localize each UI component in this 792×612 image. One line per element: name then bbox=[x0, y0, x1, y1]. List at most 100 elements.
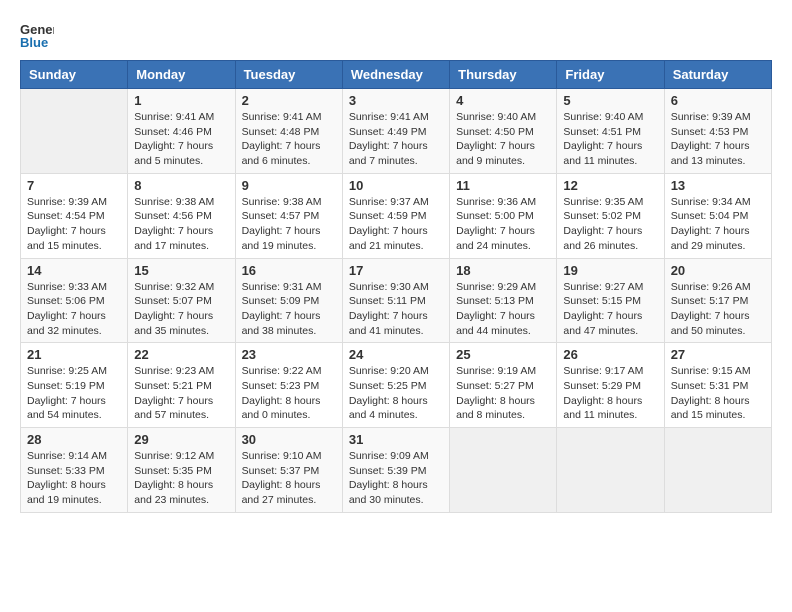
week-row-4: 21 Sunrise: 9:25 AM Sunset: 5:19 PM Dayli… bbox=[21, 343, 772, 428]
day-cell: 19 Sunrise: 9:27 AM Sunset: 5:15 PM Dayli… bbox=[557, 258, 664, 343]
day-cell: 31Sunrise: 9:09 AM Sunset: 5:39 PM Dayli… bbox=[342, 428, 449, 513]
day-cell: 20 Sunrise: 9:26 AM Sunset: 5:17 PM Dayli… bbox=[664, 258, 771, 343]
day-info: Sunrise: 9:19 AM Sunset: 5:27 PM Dayligh… bbox=[456, 364, 550, 423]
day-number: 31 bbox=[349, 432, 443, 447]
week-row-5: 28 Sunrise: 9:14 AM Sunset: 5:33 PM Dayli… bbox=[21, 428, 772, 513]
day-cell: 21 Sunrise: 9:25 AM Sunset: 5:19 PM Dayli… bbox=[21, 343, 128, 428]
day-cell: 4 Sunrise: 9:40 AM Sunset: 4:50 PM Daylig… bbox=[450, 89, 557, 174]
day-info: Sunrise: 9:38 AM Sunset: 4:57 PM Dayligh… bbox=[242, 195, 336, 254]
day-number: 14 bbox=[27, 263, 121, 278]
day-number: 12 bbox=[563, 178, 657, 193]
day-cell: 25 Sunrise: 9:19 AM Sunset: 5:27 PM Dayli… bbox=[450, 343, 557, 428]
day-cell: 1Sunrise: 9:41 AM Sunset: 4:46 PM Daylig… bbox=[128, 89, 235, 174]
day-cell bbox=[664, 428, 771, 513]
day-number: 2 bbox=[242, 93, 336, 108]
day-info: Sunrise: 9:22 AM Sunset: 5:23 PM Dayligh… bbox=[242, 364, 336, 423]
day-cell: 14 Sunrise: 9:33 AM Sunset: 5:06 PM Dayli… bbox=[21, 258, 128, 343]
day-cell bbox=[450, 428, 557, 513]
day-number: 3 bbox=[349, 93, 443, 108]
day-number: 11 bbox=[456, 178, 550, 193]
day-info: Sunrise: 9:31 AM Sunset: 5:09 PM Dayligh… bbox=[242, 280, 336, 339]
day-info: Sunrise: 9:35 AM Sunset: 5:02 PM Dayligh… bbox=[563, 195, 657, 254]
day-number: 23 bbox=[242, 347, 336, 362]
day-number: 19 bbox=[563, 263, 657, 278]
day-number: 13 bbox=[671, 178, 765, 193]
day-info: Sunrise: 9:20 AM Sunset: 5:25 PM Dayligh… bbox=[349, 364, 443, 423]
day-cell: 27 Sunrise: 9:15 AM Sunset: 5:31 PM Dayli… bbox=[664, 343, 771, 428]
svg-text:Blue: Blue bbox=[20, 35, 48, 50]
day-info: Sunrise: 9:33 AM Sunset: 5:06 PM Dayligh… bbox=[27, 280, 121, 339]
day-cell: 12 Sunrise: 9:35 AM Sunset: 5:02 PM Dayli… bbox=[557, 173, 664, 258]
week-row-3: 14 Sunrise: 9:33 AM Sunset: 5:06 PM Dayli… bbox=[21, 258, 772, 343]
day-cell: 7Sunrise: 9:39 AM Sunset: 4:54 PM Daylig… bbox=[21, 173, 128, 258]
day-cell: 24 Sunrise: 9:20 AM Sunset: 5:25 PM Dayli… bbox=[342, 343, 449, 428]
day-info: Sunrise: 9:37 AM Sunset: 4:59 PM Dayligh… bbox=[349, 195, 443, 254]
day-cell bbox=[557, 428, 664, 513]
day-number: 21 bbox=[27, 347, 121, 362]
day-cell: 29Sunrise: 9:12 AM Sunset: 5:35 PM Dayli… bbox=[128, 428, 235, 513]
day-header-wednesday: Wednesday bbox=[342, 61, 449, 89]
calendar-table: SundayMondayTuesdayWednesdayThursdayFrid… bbox=[20, 60, 772, 513]
day-cell: 15Sunrise: 9:32 AM Sunset: 5:07 PM Dayli… bbox=[128, 258, 235, 343]
day-number: 24 bbox=[349, 347, 443, 362]
day-info: Sunrise: 9:34 AM Sunset: 5:04 PM Dayligh… bbox=[671, 195, 765, 254]
day-cell: 23 Sunrise: 9:22 AM Sunset: 5:23 PM Dayli… bbox=[235, 343, 342, 428]
day-number: 27 bbox=[671, 347, 765, 362]
day-info: Sunrise: 9:10 AM Sunset: 5:37 PM Dayligh… bbox=[242, 449, 336, 508]
day-number: 4 bbox=[456, 93, 550, 108]
day-info: Sunrise: 9:15 AM Sunset: 5:31 PM Dayligh… bbox=[671, 364, 765, 423]
day-info: Sunrise: 9:12 AM Sunset: 5:35 PM Dayligh… bbox=[134, 449, 228, 508]
day-info: Sunrise: 9:26 AM Sunset: 5:17 PM Dayligh… bbox=[671, 280, 765, 339]
day-cell: 30 Sunrise: 9:10 AM Sunset: 5:37 PM Dayli… bbox=[235, 428, 342, 513]
day-cell: 8 Sunrise: 9:38 AM Sunset: 4:56 PM Daylig… bbox=[128, 173, 235, 258]
day-number: 30 bbox=[242, 432, 336, 447]
day-number: 25 bbox=[456, 347, 550, 362]
day-header-tuesday: Tuesday bbox=[235, 61, 342, 89]
day-number: 17 bbox=[349, 263, 443, 278]
day-number: 1 bbox=[134, 93, 228, 108]
day-number: 10 bbox=[349, 178, 443, 193]
day-info: Sunrise: 9:25 AM Sunset: 5:19 PM Dayligh… bbox=[27, 364, 121, 423]
day-info: Sunrise: 9:30 AM Sunset: 5:11 PM Dayligh… bbox=[349, 280, 443, 339]
day-info: Sunrise: 9:29 AM Sunset: 5:13 PM Dayligh… bbox=[456, 280, 550, 339]
day-info: Sunrise: 9:41 AM Sunset: 4:48 PM Dayligh… bbox=[242, 110, 336, 169]
week-row-2: 7Sunrise: 9:39 AM Sunset: 4:54 PM Daylig… bbox=[21, 173, 772, 258]
day-cell: 6 Sunrise: 9:39 AM Sunset: 4:53 PM Daylig… bbox=[664, 89, 771, 174]
day-number: 22 bbox=[134, 347, 228, 362]
day-info: Sunrise: 9:41 AM Sunset: 4:49 PM Dayligh… bbox=[349, 110, 443, 169]
day-info: Sunrise: 9:32 AM Sunset: 5:07 PM Dayligh… bbox=[134, 280, 228, 339]
calendar-body: 1Sunrise: 9:41 AM Sunset: 4:46 PM Daylig… bbox=[21, 89, 772, 513]
day-header-monday: Monday bbox=[128, 61, 235, 89]
day-cell: 18Sunrise: 9:29 AM Sunset: 5:13 PM Dayli… bbox=[450, 258, 557, 343]
page-header: General Blue bbox=[20, 20, 772, 50]
day-cell: 17 Sunrise: 9:30 AM Sunset: 5:11 PM Dayli… bbox=[342, 258, 449, 343]
day-info: Sunrise: 9:38 AM Sunset: 4:56 PM Dayligh… bbox=[134, 195, 228, 254]
day-info: Sunrise: 9:27 AM Sunset: 5:15 PM Dayligh… bbox=[563, 280, 657, 339]
day-info: Sunrise: 9:14 AM Sunset: 5:33 PM Dayligh… bbox=[27, 449, 121, 508]
week-row-1: 1Sunrise: 9:41 AM Sunset: 4:46 PM Daylig… bbox=[21, 89, 772, 174]
day-number: 5 bbox=[563, 93, 657, 108]
day-info: Sunrise: 9:36 AM Sunset: 5:00 PM Dayligh… bbox=[456, 195, 550, 254]
day-cell: 13 Sunrise: 9:34 AM Sunset: 5:04 PM Dayli… bbox=[664, 173, 771, 258]
day-number: 9 bbox=[242, 178, 336, 193]
day-info: Sunrise: 9:23 AM Sunset: 5:21 PM Dayligh… bbox=[134, 364, 228, 423]
day-header-friday: Friday bbox=[557, 61, 664, 89]
day-info: Sunrise: 9:39 AM Sunset: 4:54 PM Dayligh… bbox=[27, 195, 121, 254]
day-cell: 11 Sunrise: 9:36 AM Sunset: 5:00 PM Dayli… bbox=[450, 173, 557, 258]
day-info: Sunrise: 9:40 AM Sunset: 4:50 PM Dayligh… bbox=[456, 110, 550, 169]
day-number: 28 bbox=[27, 432, 121, 447]
logo: General Blue bbox=[20, 20, 54, 50]
day-info: Sunrise: 9:39 AM Sunset: 4:53 PM Dayligh… bbox=[671, 110, 765, 169]
day-cell: 16 Sunrise: 9:31 AM Sunset: 5:09 PM Dayli… bbox=[235, 258, 342, 343]
day-info: Sunrise: 9:17 AM Sunset: 5:29 PM Dayligh… bbox=[563, 364, 657, 423]
day-number: 16 bbox=[242, 263, 336, 278]
day-number: 26 bbox=[563, 347, 657, 362]
day-info: Sunrise: 9:40 AM Sunset: 4:51 PM Dayligh… bbox=[563, 110, 657, 169]
day-number: 6 bbox=[671, 93, 765, 108]
day-number: 20 bbox=[671, 263, 765, 278]
day-header-thursday: Thursday bbox=[450, 61, 557, 89]
day-number: 8 bbox=[134, 178, 228, 193]
day-cell: 10 Sunrise: 9:37 AM Sunset: 4:59 PM Dayli… bbox=[342, 173, 449, 258]
days-header-row: SundayMondayTuesdayWednesdayThursdayFrid… bbox=[21, 61, 772, 89]
day-header-saturday: Saturday bbox=[664, 61, 771, 89]
